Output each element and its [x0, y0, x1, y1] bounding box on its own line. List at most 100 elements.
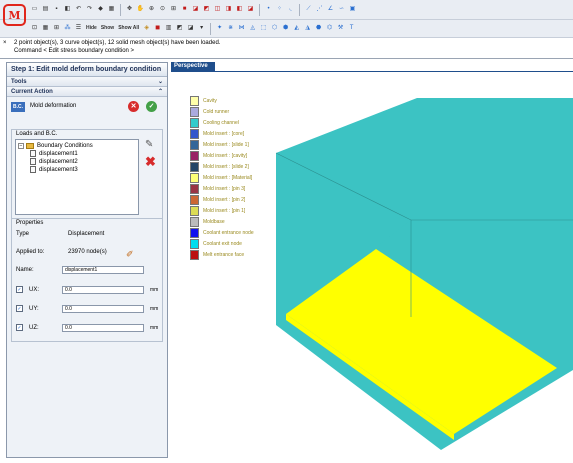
mesh-icon[interactable]: ▥ [164, 24, 173, 33]
tree-item[interactable]: displacement2 [16, 158, 138, 166]
pan-icon[interactable]: ✥ [125, 5, 134, 14]
back-view-icon[interactable]: ◩ [202, 5, 211, 14]
eraser-icon[interactable]: ◆ [96, 5, 105, 14]
legend-label: Mold insert : [pin 2] [203, 197, 246, 203]
uz-checkbox[interactable]: ✓ [16, 324, 23, 331]
zoom-icon[interactable]: ⊕ [147, 5, 156, 14]
fit-view-icon[interactable]: ⊞ [169, 5, 178, 14]
import-icon[interactable]: ◧ [63, 5, 72, 14]
legend-swatch [190, 184, 199, 194]
solid-view-icon[interactable]: ■ [180, 5, 189, 14]
tree-item-label: displacement3 [39, 167, 78, 173]
uy-checkbox[interactable]: ✓ [16, 305, 23, 312]
undo-icon[interactable]: ↶ [74, 5, 83, 14]
arc-icon[interactable]: ◟ [286, 5, 295, 14]
show-all-button[interactable]: Show All [117, 24, 140, 33]
toolbar-separator [120, 3, 121, 16]
element-icon[interactable]: ◬ [248, 24, 257, 33]
material-icon[interactable]: ◪ [186, 24, 195, 33]
select-icon[interactable]: ⊡ [30, 24, 39, 33]
redo-icon[interactable]: ↷ [85, 5, 94, 14]
check-icon[interactable]: ⬡ [270, 24, 279, 33]
curve-icon[interactable]: ∽ [337, 5, 346, 14]
tree-root-row[interactable]: − Boundary Conditions [16, 142, 138, 150]
text-icon[interactable]: T [347, 24, 356, 33]
angle-icon[interactable]: ∠ [326, 5, 335, 14]
chevron-up-icon[interactable]: ⌃ [158, 87, 163, 97]
layer-icon[interactable]: ◈ [142, 24, 151, 33]
brush-icon[interactable]: ✐ [126, 250, 134, 259]
polyline-icon[interactable]: ⋰ [315, 5, 324, 14]
displacement-icon [30, 158, 36, 165]
new-file-icon[interactable]: ▭ [30, 5, 39, 14]
tree-item[interactable]: displacement3 [16, 166, 138, 174]
wrench-icon[interactable]: ⚒ [336, 24, 345, 33]
dropdown-icon[interactable]: ▾ [197, 24, 206, 33]
tools-section-header[interactable]: Tools ⌄ [7, 77, 167, 87]
grid-icon[interactable]: ▦ [41, 24, 50, 33]
table-icon[interactable]: ⊞ [52, 24, 61, 33]
cool-icon[interactable]: ⌬ [325, 24, 334, 33]
quality-icon[interactable]: ⬢ [281, 24, 290, 33]
delete-bc-icon[interactable]: ✖ [145, 155, 156, 168]
runner-icon[interactable]: ⬣ [314, 24, 323, 33]
ux-field[interactable]: 0.0 [62, 286, 144, 294]
show-button[interactable]: Show [100, 24, 115, 33]
panel-title: Step 1: Edit mold deform boundary condit… [7, 63, 167, 77]
boundary-icon[interactable]: ⬚ [259, 24, 268, 33]
line-icon[interactable]: ⟋ [304, 5, 313, 14]
close-icon[interactable]: × [3, 39, 7, 47]
collapse-icon[interactable]: − [18, 143, 24, 149]
applied-to-value: 23970 node(s) [68, 249, 107, 255]
edit-bc-icon[interactable]: ✎ [145, 139, 158, 150]
fill-icon[interactable]: ◭ [292, 24, 301, 33]
ux-unit: mm [150, 287, 159, 293]
uz-field[interactable]: 0.0 [62, 324, 144, 332]
zoom-window-icon[interactable]: ⊙ [158, 5, 167, 14]
bottom-view-icon[interactable]: ◨ [224, 5, 233, 14]
open-folder-icon[interactable]: ▤ [41, 5, 50, 14]
applied-to-label: Applied to: [16, 249, 45, 255]
legend-label: Mold insert : [slide 2] [203, 164, 249, 170]
mesh-solid-icon[interactable]: ⋈ [237, 24, 246, 33]
shade-icon[interactable]: ◩ [175, 24, 184, 33]
color-icon[interactable]: ◼ [153, 24, 162, 33]
cancel-action-button[interactable]: ✕ [128, 101, 139, 112]
ux-checkbox[interactable]: ✓ [16, 286, 23, 293]
toolbar-separator [210, 22, 212, 35]
tree-item-label: displacement1 [39, 151, 78, 157]
3d-viewport[interactable]: Perspective Cavity Cold runner Cooling cha… [171, 62, 573, 463]
legend-swatch [190, 118, 199, 128]
report-icon[interactable]: ▦ [107, 5, 116, 14]
front-view-icon[interactable]: ◪ [191, 5, 200, 14]
top-view-icon[interactable]: ◫ [213, 5, 222, 14]
chart-icon[interactable]: ⁂ [63, 24, 72, 33]
current-action-header[interactable]: Current Action ⌃ [7, 87, 167, 97]
chevron-down-icon[interactable]: ⌄ [158, 77, 163, 87]
current-action-row: B.C. Mold deformation ✕ ✓ [7, 97, 167, 117]
points-icon[interactable]: ⁘ [275, 5, 284, 14]
tree-item[interactable]: displacement1 [16, 150, 138, 158]
rotate-icon[interactable]: ✋ [136, 5, 145, 14]
list-icon[interactable]: ☰ [74, 24, 83, 33]
surface-icon[interactable]: ▣ [348, 5, 357, 14]
point-icon[interactable]: • [264, 5, 273, 14]
save-icon[interactable]: ▪ [52, 5, 61, 14]
action-name: Mold deformation [30, 103, 77, 109]
mesh-surface-icon[interactable]: ⋇ [226, 24, 235, 33]
toolbar-separator [259, 3, 260, 16]
bc-tree: − Boundary Conditions displacement1 disp… [15, 139, 139, 215]
uz-unit: mm [150, 325, 159, 331]
legend-swatch [190, 129, 199, 139]
uy-field[interactable]: 0.0 [62, 305, 144, 313]
gate-icon[interactable]: ◮ [303, 24, 312, 33]
right-view-icon[interactable]: ◪ [246, 5, 255, 14]
name-field[interactable]: displacement1 [62, 266, 144, 274]
confirm-action-button[interactable]: ✓ [146, 101, 157, 112]
left-view-icon[interactable]: ◧ [235, 5, 244, 14]
app-logo-button[interactable]: M [3, 4, 26, 26]
node-icon[interactable]: ✦ [215, 24, 224, 33]
ux-label: UX: [29, 287, 40, 293]
legend-label: Coolant exit node [203, 241, 242, 247]
hide-button[interactable]: Hide [85, 24, 98, 33]
